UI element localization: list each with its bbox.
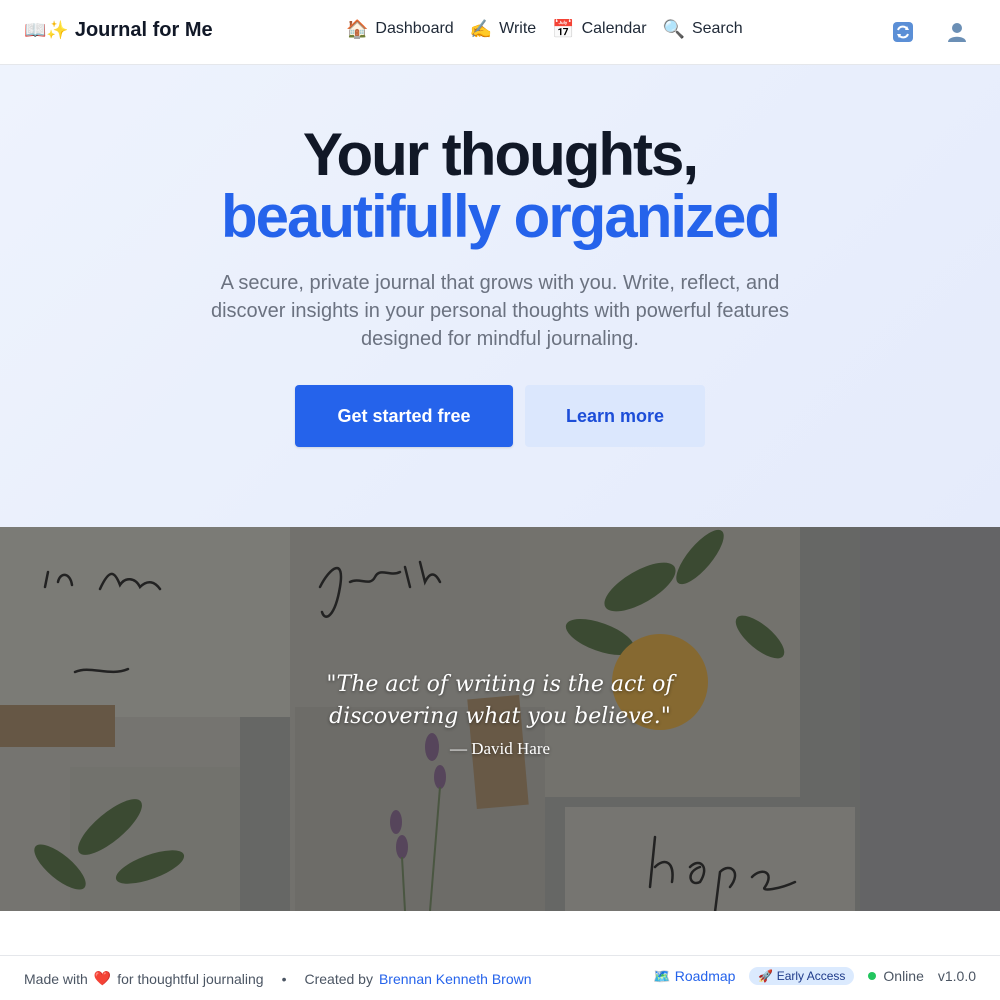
nav-write-label: Write xyxy=(499,20,537,37)
journal-photo-banner: "The act of writing is the act of discov… xyxy=(0,527,1000,911)
calendar-icon: 📅 xyxy=(552,19,575,39)
nav-calendar-label: Calendar xyxy=(581,20,647,37)
book-sparkle-icon: 📖✨ xyxy=(24,20,69,40)
footer-credits: Made with ❤️ for thoughtful journaling •… xyxy=(24,970,532,987)
page-footer: Made with ❤️ for thoughtful journaling •… xyxy=(0,955,1000,1000)
main-nav: 🏠 Dashboard ✍️ Write 📅 Calendar 🔍 Search xyxy=(346,20,743,38)
made-with-text: Made with xyxy=(24,970,88,987)
quote-author: — David Hare xyxy=(449,739,551,758)
footer-meta: 🗺️ Roadmap 🚀 Early Access Online v1.0.0 xyxy=(653,967,976,985)
hero-title-line1: Your thoughts, xyxy=(302,121,699,188)
brand-title: Journal for Me xyxy=(74,19,213,41)
user-icon[interactable] xyxy=(945,20,969,44)
map-icon: 🗺️ xyxy=(653,967,671,984)
roadmap-label: Roadmap xyxy=(674,967,736,984)
status-indicator: Online xyxy=(868,968,924,984)
quote-text: "The act of writing is the act of discov… xyxy=(326,672,674,729)
nav-dashboard-label: Dashboard xyxy=(375,20,454,37)
magnifier-icon: 🔍 xyxy=(662,19,685,39)
heart-icon: ❤️ xyxy=(93,970,112,986)
early-access-badge[interactable]: 🚀 Early Access xyxy=(749,967,855,985)
top-navbar: 📖✨ Journal for Me 🏠 Dashboard ✍️ Write 📅… xyxy=(0,0,1000,65)
hero-subtitle: A secure, private journal that grows wit… xyxy=(210,272,790,350)
for-text: for thoughtful journaling xyxy=(117,970,264,987)
quote-block: "The act of writing is the act of discov… xyxy=(0,669,1000,759)
nav-search-label: Search xyxy=(691,20,743,37)
roadmap-link[interactable]: 🗺️ Roadmap xyxy=(653,968,735,985)
house-icon: 🏠 xyxy=(346,19,369,39)
nav-dashboard[interactable]: 🏠 Dashboard xyxy=(346,20,454,38)
hero-section: Your thoughts, beautifully organized A s… xyxy=(0,65,1000,527)
author-link[interactable]: Brennan Kenneth Brown xyxy=(379,971,532,987)
version-label: v1.0.0 xyxy=(937,968,976,984)
status-label: Online xyxy=(883,968,924,984)
nav-calendar[interactable]: 📅 Calendar xyxy=(552,20,646,38)
online-dot-icon xyxy=(868,972,877,980)
footer-separator: • xyxy=(281,970,287,987)
created-by-text: Created by xyxy=(304,970,373,987)
nav-search[interactable]: 🔍 Search xyxy=(663,20,743,38)
nav-write[interactable]: ✍️ Write xyxy=(470,20,536,38)
get-started-button[interactable]: Get started free xyxy=(295,385,513,447)
hero-title-line2: beautifully organized xyxy=(220,183,781,250)
writing-hand-icon: ✍️ xyxy=(469,19,493,39)
sync-icon[interactable] xyxy=(891,20,915,44)
brand-logo[interactable]: 📖✨ Journal for Me xyxy=(24,19,213,42)
learn-more-button[interactable]: Learn more xyxy=(525,385,705,447)
